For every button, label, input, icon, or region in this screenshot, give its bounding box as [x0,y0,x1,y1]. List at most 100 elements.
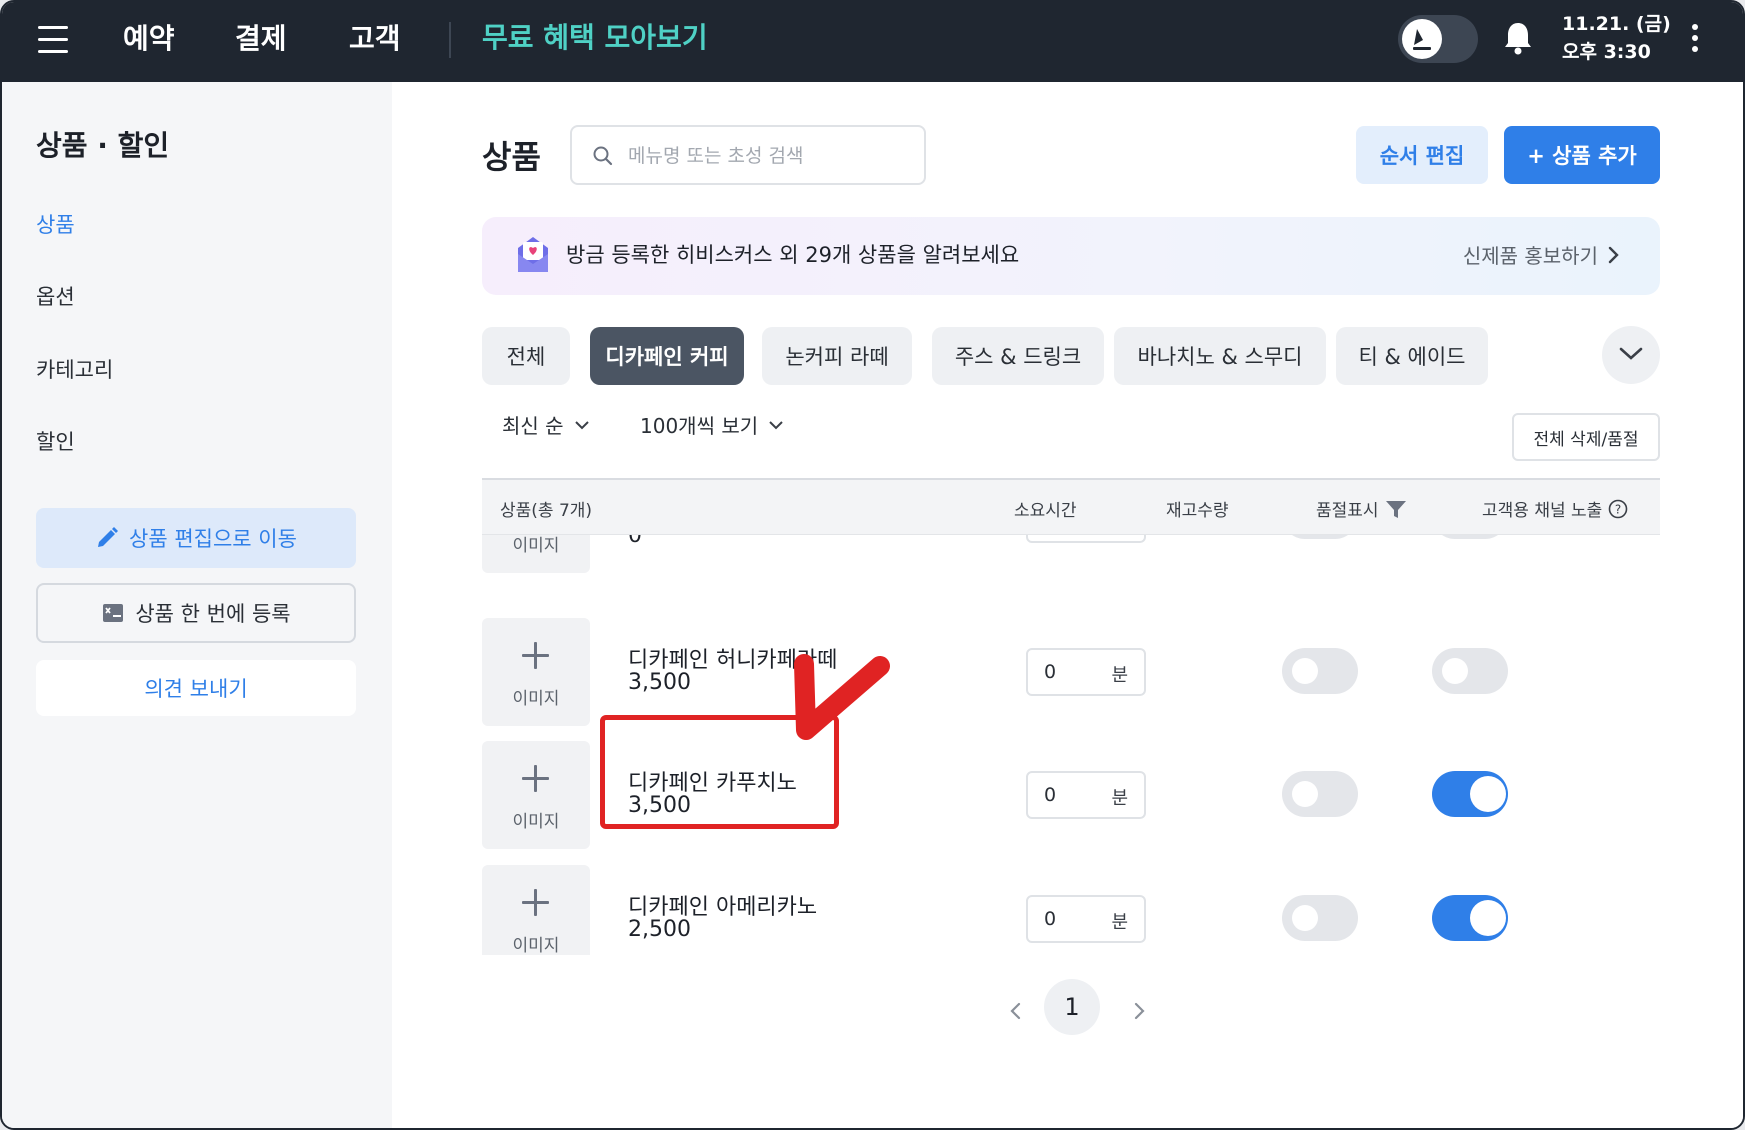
nav-divider [449,22,451,58]
time-text: 오후 3:30 [1562,41,1651,63]
channel-toggle[interactable] [1432,648,1508,694]
banner-text: 방금 등록한 히비스커스 외 29개 상품을 알려보세요 [566,243,1020,267]
time-unit: 분 [1111,912,1128,933]
svg-text:?: ? [1615,502,1621,516]
page-size-label: 100개씩 보기 [640,414,759,438]
soldout-toggle[interactable] [1282,895,1358,941]
help-icon[interactable]: ? [1608,499,1628,519]
image-upload-button[interactable]: 이미지 [482,618,590,726]
theme-toggle[interactable] [1398,15,1478,63]
tab-noncoffee-latte[interactable]: 논커피 라떼 [762,327,912,385]
app-window: 예약 결제 고객 무료 혜택 모아보기 11.21. (금) 오후 3:30 상… [0,0,1745,1130]
search-icon [593,146,613,166]
spreadsheet-icon [103,604,124,622]
love-letter-icon [518,237,548,272]
image-upload-button[interactable]: 이미지 [482,865,590,955]
more-icon[interactable] [1692,24,1698,57]
page-title: 상품 [482,138,541,176]
table-header: 상품(총 7개) 소요시간 재고수량 품절표시 고객용 채널 노출 ? [482,478,1660,535]
time-value: 0 [1044,784,1057,806]
search-input[interactable] [628,141,908,171]
th-channel-label: 고객용 채널 노출 [1482,501,1603,521]
add-product-button[interactable]: + 상품 추가 [1504,126,1660,184]
expand-tabs-button[interactable] [1602,326,1660,384]
search-box[interactable] [570,125,926,185]
edit-order-button[interactable]: 순서 편집 [1356,126,1488,184]
chevron-right-icon [1608,246,1619,263]
image-label: 이미지 [512,689,560,709]
chevron-right-icon[interactable] [1134,1002,1146,1020]
notification-bell-icon[interactable] [1502,20,1534,60]
date-text: 11.21. (금) [1562,13,1671,35]
image-label: 이미지 [512,936,560,955]
chevron-down-icon [1619,347,1643,360]
tab-tea-ade[interactable]: 티 & 에이드 [1336,327,1488,385]
th-soldout-label: 품절표시 [1316,501,1379,521]
soldout-toggle[interactable] [1282,648,1358,694]
chevron-down-icon [769,420,783,429]
sort-label: 최신 순 [502,414,564,438]
sidebar-item-products[interactable]: 상품 [36,209,75,239]
nav-customer[interactable]: 고객 [349,20,401,58]
channel-toggle[interactable] [1432,771,1508,817]
time-value: 0 [1044,908,1057,930]
table-row[interactable]: 이미지 디카페인 허니카페라떼 3,500 0 분 [482,618,1660,730]
image-label: 이미지 [512,812,560,832]
check-mark-icon [794,654,890,740]
channel-toggle[interactable] [1432,535,1508,539]
chevron-left-icon[interactable] [1009,1002,1021,1020]
nav-free-benefits[interactable]: 무료 혜택 모아보기 [482,19,708,57]
th-soldout[interactable]: 품절표시 [1316,496,1407,521]
time-input[interactable]: 0 분 [1026,771,1146,819]
time-input[interactable] [1026,535,1146,543]
lamp-icon [1402,19,1442,59]
page-size-dropdown[interactable]: 100개씩 보기 [640,410,784,439]
time-unit: 분 [1111,788,1128,809]
filter-icon[interactable] [1385,498,1407,520]
tab-decaf-coffee[interactable]: 디카페인 커피 [590,327,744,385]
bulk-register-label: 상품 한 번에 등록 [135,602,291,626]
plus-icon [520,640,552,672]
image-label: 이미지 [512,536,560,556]
time-unit: 분 [1111,665,1128,686]
pencil-icon [98,527,119,547]
th-product: 상품(총 7개) [500,501,593,521]
delete-all-soldout-button[interactable]: 전체 삭제/품절 [1512,413,1660,461]
table-row[interactable]: 이미지 0 [482,535,1660,577]
nav-payment[interactable]: 결제 [235,20,287,58]
sidebar: 상품 · 할인 상품 옵션 카테고리 할인 상품 편집으로 이동 상품 한 번에… [2,82,392,1128]
sidebar-item-category[interactable]: 카테고리 [36,354,113,384]
go-edit-products-button[interactable]: 상품 편집으로 이동 [36,508,356,568]
top-navigation-bar: 예약 결제 고객 무료 혜택 모아보기 11.21. (금) 오후 3:30 [2,2,1743,82]
sidebar-title: 상품 · 할인 [36,129,170,162]
bulk-register-button[interactable]: 상품 한 번에 등록 [36,583,356,643]
table-row[interactable]: 이미지 디카페인 아메리카노 2,500 0 분 [482,865,1660,955]
tab-all[interactable]: 전체 [482,327,570,385]
time-input[interactable]: 0 분 [1026,648,1146,696]
time-input[interactable]: 0 분 [1026,895,1146,943]
promo-banner[interactable]: 방금 등록한 히비스커스 외 29개 상품을 알려보세요 신제품 홍보하기 [482,217,1660,295]
promote-new-product-label: 신제품 홍보하기 [1462,244,1598,268]
page-number-button[interactable]: 1 [1044,979,1100,1035]
chevron-down-icon [574,420,589,429]
sidebar-item-discount[interactable]: 할인 [36,426,75,456]
product-price: 2,500 [628,917,691,942]
tab-juice-drink[interactable]: 주스 & 드링크 [932,327,1104,385]
image-upload-button[interactable]: 이미지 [482,741,590,849]
image-upload-button[interactable]: 이미지 [482,535,590,573]
soldout-toggle[interactable] [1282,771,1358,817]
tab-banachino-smoothie[interactable]: 바나치노 & 스무디 [1114,327,1326,385]
promote-new-product-link[interactable]: 신제품 홍보하기 [1463,240,1620,269]
menu-icon[interactable] [38,26,70,54]
channel-toggle[interactable] [1432,895,1508,941]
sort-dropdown[interactable]: 최신 순 [502,410,590,439]
time-value: 0 [1044,661,1057,683]
send-feedback-button[interactable]: 의견 보내기 [36,660,356,716]
soldout-toggle[interactable] [1282,535,1358,539]
th-channel: 고객용 채널 노출 ? [1482,496,1628,521]
product-price: 3,500 [628,670,691,695]
sidebar-item-options[interactable]: 옵션 [36,281,75,311]
main-content: 상품 순서 편집 + 상품 추가 방금 등록한 히비스커스 외 29개 상품을 … [392,82,1743,1128]
product-price: 0 [628,535,642,548]
nav-reservation[interactable]: 예약 [123,20,175,58]
